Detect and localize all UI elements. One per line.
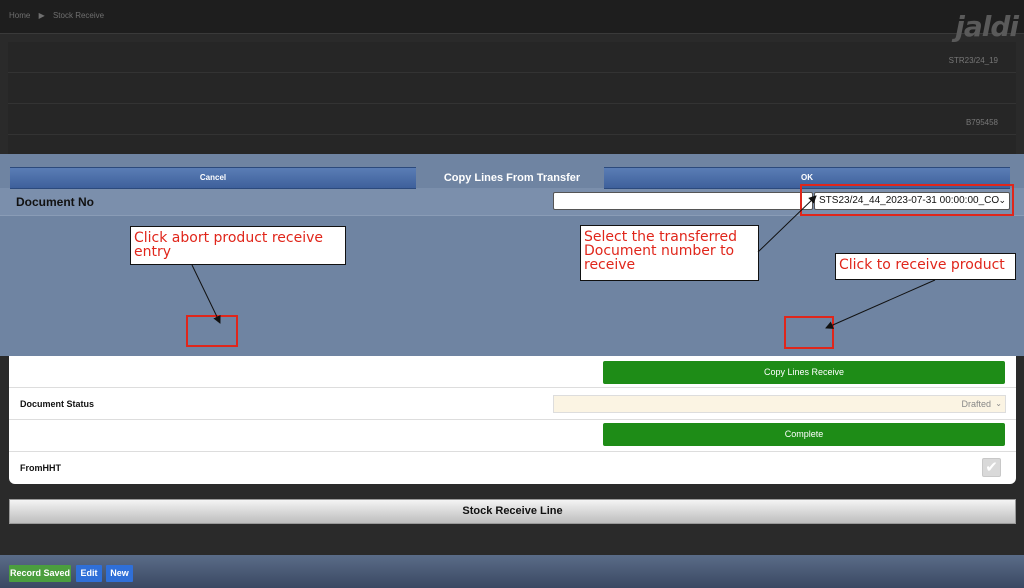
annotation-abort: Click abort product receive entry (130, 226, 346, 265)
annotation-receive: Click to receive product (835, 253, 1016, 280)
footer-bar: Record Saved Edit New (0, 555, 1024, 588)
background-form: STR23/24_19 B795458 (8, 42, 1016, 154)
from-hht-label: FromHHT (20, 463, 61, 473)
cancel-button[interactable]: Cancel (10, 167, 416, 189)
stock-receive-line-header[interactable]: Stock Receive Line (9, 499, 1016, 524)
complete-button[interactable]: Complete (603, 423, 1005, 446)
highlight-ok (784, 316, 834, 349)
new-button[interactable]: New (106, 565, 133, 582)
document-status-label: Document Status (20, 399, 95, 409)
checkmark-icon: ✔ (985, 459, 998, 476)
copy-lines-receive-button[interactable]: Copy Lines Receive (603, 361, 1005, 384)
annotation-select-doc: Select the transferred Document number t… (580, 225, 759, 281)
top-bar: Home ▶ Stock Receive jaldi (0, 0, 1024, 43)
from-hht-checkbox[interactable]: ✔ (982, 458, 1001, 477)
complete-row: Complete (9, 420, 1016, 452)
background-row: STR23/24_19 (8, 42, 1016, 73)
highlight-document-select (800, 184, 1014, 216)
copy-lines-row: Copy Lines Receive (9, 356, 1016, 388)
document-no-input[interactable] (553, 192, 813, 210)
background-value: B795458 (965, 118, 998, 127)
record-saved-badge: Record Saved (9, 565, 71, 582)
from-hht-row: FromHHT ✔ (9, 452, 1016, 484)
jaldi-logo: jaldi (955, 10, 1019, 43)
stock-receive-form: Copy Lines Receive Document Status Draft… (9, 356, 1016, 484)
document-no-label: Document No (16, 195, 94, 209)
highlight-cancel (186, 315, 238, 347)
chevron-down-icon: ⌄ (995, 399, 1002, 408)
breadcrumb: Home ▶ Stock Receive (9, 11, 110, 20)
background-value: STR23/24_19 (948, 56, 998, 65)
breadcrumb-home[interactable]: Home (9, 11, 30, 20)
breadcrumb-separator-icon: ▶ (38, 11, 45, 20)
breadcrumb-current: Stock Receive (52, 11, 105, 20)
document-status-row: Document Status Drafted ⌄ (9, 388, 1016, 420)
document-status-select[interactable]: Drafted ⌄ (553, 395, 1006, 413)
document-status-value: Drafted (961, 399, 991, 409)
background-row (8, 73, 1016, 104)
background-row: B795458 (8, 104, 1016, 135)
edit-button[interactable]: Edit (76, 565, 102, 582)
